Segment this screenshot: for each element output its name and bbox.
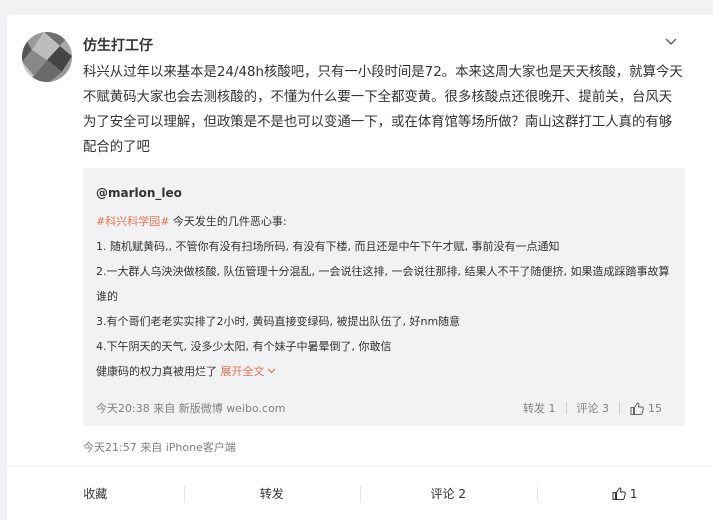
repost-repost-button[interactable]: 转发 1 xyxy=(523,400,556,416)
post-username[interactable]: 仿生打工仔 xyxy=(83,35,153,55)
repost-like-button[interactable]: 15 xyxy=(630,402,662,415)
chevron-down-icon[interactable] xyxy=(663,34,679,50)
expand-label: 展开全文 xyxy=(220,365,265,378)
hashtag-link[interactable]: #科兴科学园# xyxy=(96,215,169,228)
avatar[interactable] xyxy=(22,32,72,82)
action-bar: 收藏 转发 评论 2 1 xyxy=(7,466,713,520)
repost-line-1: 1. 随机赋黄码,, 不管你有没有扫场所码, 有没有下楼, 而且还是中午下午才赋… xyxy=(96,240,560,253)
repost-intro-text: 今天发生的几件恶心事: xyxy=(169,215,287,228)
weibo-card: 仿生打工仔 科兴从过年以来基本是24/48h核酸吧，只有一小段时间是72。本来这… xyxy=(7,15,713,520)
favorite-button[interactable]: 收藏 xyxy=(7,485,184,502)
like-count: 1 xyxy=(629,486,638,501)
repost-line-2: 2.一大群人乌泱泱做核酸, 队伍管理十分混乱, 一会说往这排, 一会说往那排, … xyxy=(96,265,670,303)
repost-username[interactable]: @marlon_leo xyxy=(96,185,672,201)
expand-link[interactable]: 展开全文 xyxy=(221,365,276,378)
repost-like-count: 15 xyxy=(648,401,662,415)
post-text: 科兴从过年以来基本是24/48h核酸吧，只有一小段时间是72。本来这周大家也是天… xyxy=(83,65,683,155)
favorite-label: 收藏 xyxy=(83,487,108,501)
repost-comment-button[interactable]: 评论 3 xyxy=(577,400,610,416)
divider xyxy=(565,402,567,414)
like-button[interactable]: 1 xyxy=(536,485,713,502)
repost-button[interactable]: 转发 xyxy=(183,485,361,502)
repost-label: 转发 xyxy=(259,487,284,501)
comment-button[interactable]: 评论 2 xyxy=(360,485,537,502)
comment-label: 评论 2 xyxy=(430,487,466,501)
repost-last-text: 健康码的权力真被用烂了 xyxy=(96,365,221,378)
thumbs-up-icon xyxy=(612,487,626,500)
chevron-down-small-icon xyxy=(267,368,275,374)
repost-line-3: 3.有个哥们老老实实排了2小时, 黄码直接变绿码, 被提出队伍了, 好nm随意 xyxy=(96,315,461,328)
thumbs-up-icon xyxy=(630,401,644,415)
repost-intro: #科兴科学园# 今天发生的几件恶心事: xyxy=(96,209,672,234)
repost-last-line: 健康码的权力真被用烂了 展开全文 xyxy=(96,359,672,384)
repost-block: @marlon_leo #科兴科学园# 今天发生的几件恶心事: 1. 随机赋黄码… xyxy=(83,168,685,426)
divider xyxy=(619,402,620,414)
repost-line-4: 4.下午阴天的天气, 没多少太阳, 有个妹子中暑晕倒了, 你敢信 xyxy=(96,340,392,353)
post-meta: 今天21:57 来自 iPhone客户端 xyxy=(83,441,236,454)
repost-meta: 今天20:38 来自 新版微博 weibo.com xyxy=(96,402,286,415)
repost-actions: 转发 1 评论 3 15 xyxy=(523,400,662,416)
